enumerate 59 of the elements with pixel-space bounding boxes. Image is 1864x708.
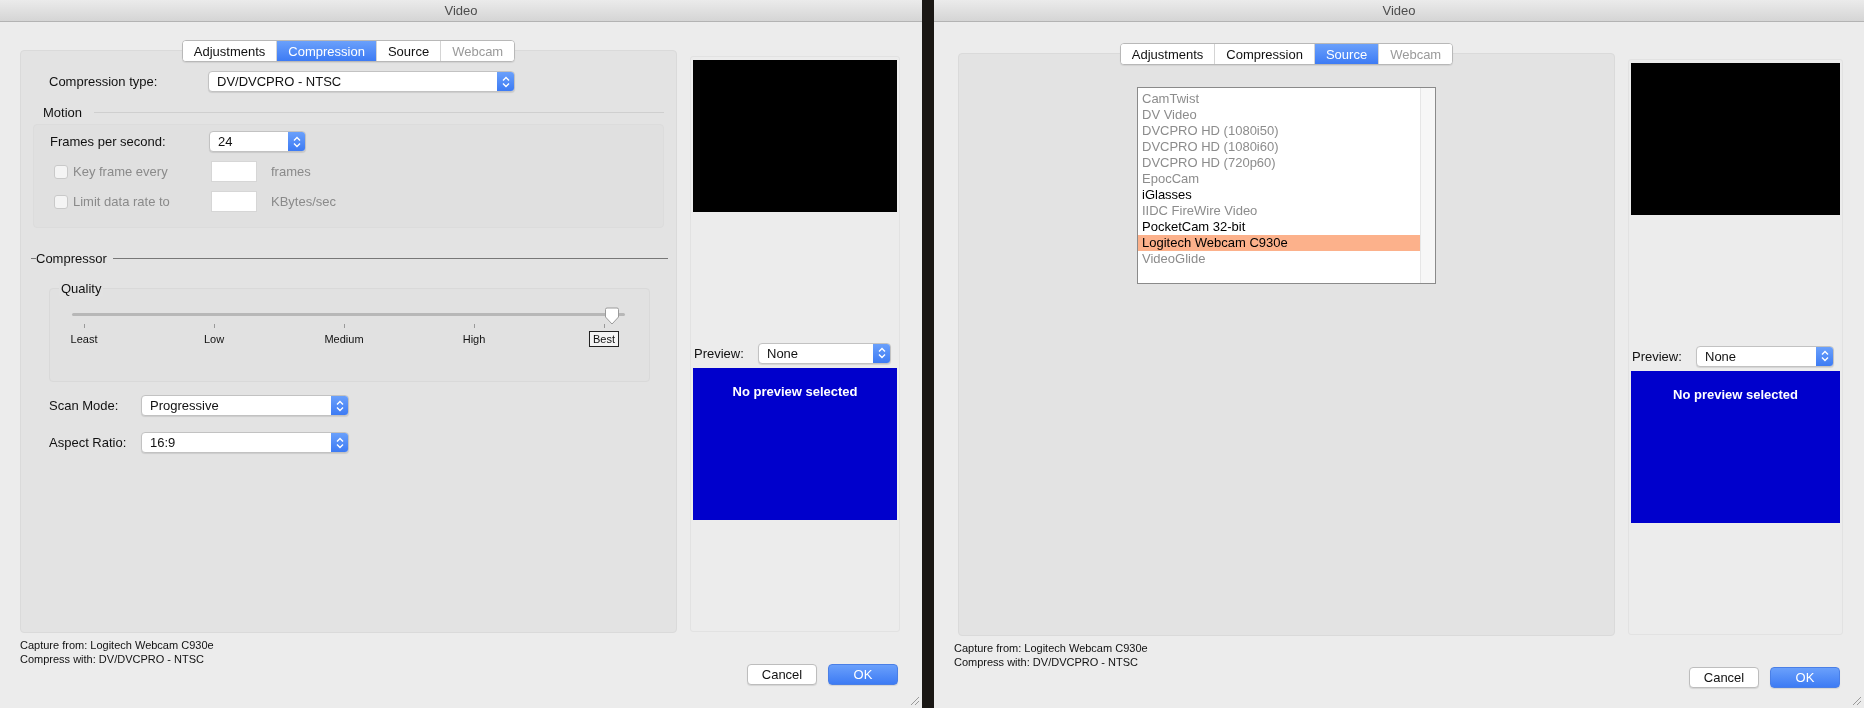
dialog-button[interactable]: Cancel [747, 664, 817, 685]
stepper-icon [335, 399, 344, 412]
list-item[interactable]: iGlasses [1138, 187, 1420, 203]
field-label: Compression type: [49, 74, 159, 89]
list-item[interactable]: DVCPRO HD (1080i50) [1138, 123, 1420, 139]
field-label: Frames per second: [50, 134, 167, 149]
input-field[interactable] [211, 161, 257, 182]
checkbox-label: Limit data rate to [73, 194, 171, 209]
dropdown[interactable]: None [758, 342, 891, 364]
list-item[interactable]: DVCPRO HD (720p60) [1138, 155, 1420, 171]
section-heading: Motion [43, 104, 83, 120]
field-label: Scan Mode: [49, 398, 120, 413]
section-heading: Compressor [36, 251, 107, 266]
status-text: Compress with: DV/DVCPRO - NTSC [954, 655, 1139, 669]
status-text: Compress with: DV/DVCPRO - NTSC [20, 652, 205, 666]
stepper-icon [335, 436, 344, 449]
stepper-icon [877, 347, 886, 359]
stepper-icon [501, 75, 510, 88]
field-label: Aspect Ratio: [49, 435, 128, 450]
tick-label: Medium [323, 333, 365, 345]
input-field[interactable] [211, 191, 257, 212]
status-text: Capture from: Logitech Webcam C930e [954, 641, 1149, 655]
stepper-icon [1820, 350, 1829, 362]
window-title: Video [444, 3, 478, 18]
list-item[interactable]: DV Video [1138, 107, 1420, 123]
status-text: Capture from: Logitech Webcam C930e [20, 638, 215, 652]
window-title: Video [1382, 3, 1416, 18]
list-item[interactable]: Logitech Webcam C930e [1138, 235, 1420, 251]
tick-label: High [461, 333, 487, 345]
group-title: Quality [59, 281, 104, 296]
unit-label: frames [271, 164, 311, 179]
tab[interactable]: Adjustments [1120, 44, 1215, 64]
preview-message: No preview selected [732, 384, 858, 400]
tick-label: Low [202, 333, 226, 345]
list-item[interactable]: DVCPRO HD (1080i60) [1138, 139, 1420, 155]
list-item[interactable]: IIDC FireWire Video [1138, 203, 1420, 219]
tick-label: Least [69, 333, 99, 345]
field-label: Preview: [693, 345, 745, 361]
tick-label: Best [589, 331, 619, 347]
list-item[interactable]: EpocCam [1138, 171, 1420, 187]
resize-grip-icon[interactable] [909, 695, 920, 706]
tab[interactable]: Source [375, 41, 441, 61]
dropdown[interactable]: Progressive [141, 395, 349, 416]
tab[interactable]: Adjustments [182, 41, 277, 61]
dialog-button[interactable]: Cancel [1689, 667, 1759, 688]
dropdown[interactable]: 16:9 [141, 432, 349, 453]
checkbox-label: Key frame every [73, 164, 169, 179]
resize-grip-icon[interactable] [1851, 695, 1862, 706]
unit-label: KBytes/sec [271, 194, 337, 209]
tab[interactable]: Compression [1214, 44, 1314, 64]
dropdown[interactable]: 24 [209, 131, 306, 152]
stepper-icon [292, 135, 301, 148]
dropdown[interactable]: DV/DVCPRO - NTSC [208, 71, 515, 92]
preview-message: No preview selected [1673, 387, 1798, 403]
list-item[interactable]: PocketCam 32-bit [1138, 219, 1420, 235]
dropdown[interactable]: None [1696, 345, 1834, 367]
list-item[interactable]: VideoGlide [1138, 251, 1420, 267]
field-label: Preview: [1631, 348, 1683, 364]
slider-thumb[interactable] [604, 307, 620, 325]
